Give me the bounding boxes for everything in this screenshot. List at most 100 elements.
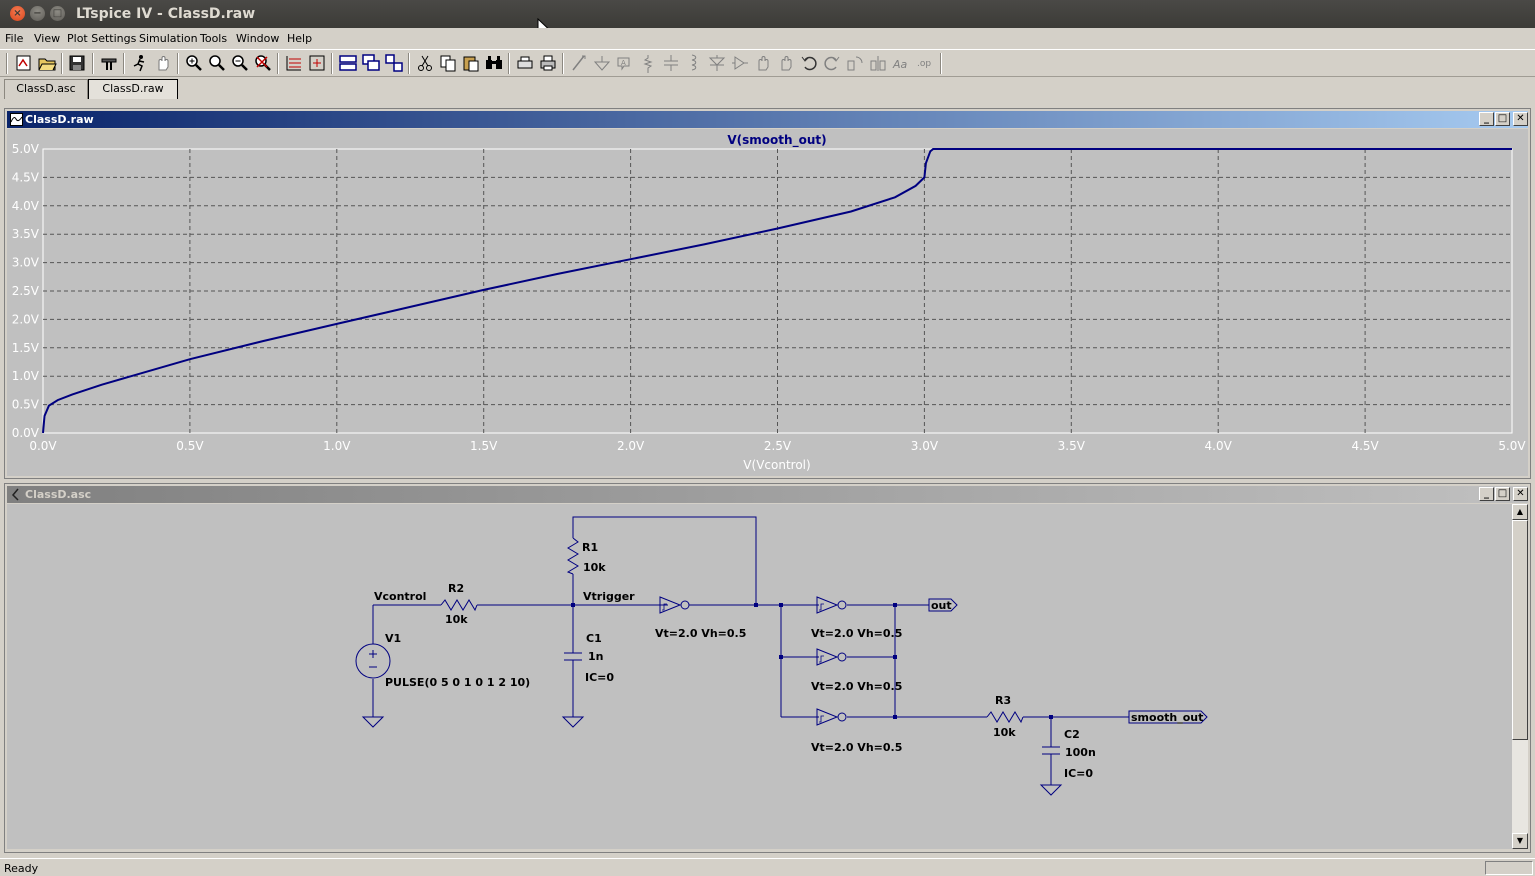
schmitt-inverter-u1[interactable] — [659, 596, 690, 614]
wire-icon[interactable] — [569, 53, 589, 73]
rotate-icon[interactable] — [845, 53, 865, 73]
capacitor-c2[interactable] — [1042, 746, 1060, 755]
schematic-close-button[interactable]: ✕ — [1513, 487, 1528, 501]
label-net-icon[interactable]: A — [615, 53, 635, 73]
resistor-r2[interactable] — [440, 599, 478, 612]
find-icon[interactable] — [484, 53, 504, 73]
tile-vertical-icon[interactable] — [384, 53, 404, 73]
waveform-close-button[interactable]: ✕ — [1513, 112, 1528, 126]
autorange-icon[interactable] — [284, 53, 304, 73]
tile-horizontal-icon[interactable] — [338, 53, 358, 73]
copy-icon[interactable] — [438, 53, 458, 73]
component-icon[interactable] — [730, 53, 750, 73]
scroll-thumb[interactable] — [1512, 520, 1528, 740]
net-label-smooth-out[interactable]: smooth_out — [1131, 711, 1203, 724]
waveform-plot-area[interactable]: 0.0V 0.5V 1.0V 1.5V 2.0V 2.5V 3.0V 3.5V 4.0V 4.5V… — [7, 129, 1528, 476]
undo-icon[interactable] — [799, 53, 819, 73]
resistor-icon[interactable] — [638, 53, 658, 73]
drag-icon[interactable] — [776, 53, 796, 73]
c1-ic[interactable]: IC=0 — [585, 671, 614, 684]
ground-icon[interactable] — [592, 53, 612, 73]
new-schematic-icon[interactable] — [14, 53, 34, 73]
menu-window[interactable]: Window — [236, 32, 279, 45]
window-maximize-button[interactable]: □ — [50, 6, 65, 21]
r3-name[interactable]: R3 — [995, 694, 1011, 707]
print-setup-icon[interactable] — [515, 53, 535, 73]
waveform-chart[interactable]: 0.0V 0.5V 1.0V 1.5V 2.0V 2.5V 3.0V 3.5V 4.0V 4.5V… — [7, 129, 1528, 476]
control-panel-icon[interactable] — [99, 53, 119, 73]
ground-symbol[interactable] — [1039, 784, 1063, 796]
text-icon[interactable]: Aa — [891, 53, 911, 73]
print-icon[interactable] — [538, 53, 558, 73]
window-close-button[interactable]: × — [10, 6, 25, 21]
zoom-extents-icon[interactable] — [307, 53, 327, 73]
menu-plot-settings[interactable]: Plot Settings — [67, 32, 136, 45]
u1-params[interactable]: Vt=2.0 Vh=0.5 — [655, 627, 746, 640]
menu-simulation[interactable]: Simulation — [139, 32, 198, 45]
diode-icon[interactable] — [707, 53, 727, 73]
zoom-out-icon[interactable] — [230, 53, 250, 73]
ground-symbol[interactable] — [561, 716, 585, 728]
schematic-window-titlebar[interactable]: ClassD.asc _ □ ✕ — [7, 486, 1528, 503]
run-icon[interactable] — [130, 53, 150, 73]
move-icon[interactable] — [753, 53, 773, 73]
menu-view[interactable]: View — [34, 32, 60, 45]
inductor-icon[interactable] — [684, 53, 704, 73]
menu-tools[interactable]: Tools — [200, 32, 227, 45]
trace-label-smooth-out[interactable]: V(smooth_out) — [727, 133, 826, 148]
c1-value[interactable]: 1n — [588, 650, 604, 663]
schmitt-inverter-u3[interactable] — [816, 648, 847, 666]
paste-icon[interactable] — [461, 53, 481, 73]
r2-value[interactable]: 10k — [445, 613, 468, 626]
schematic-maximize-button[interactable]: □ — [1495, 487, 1510, 501]
scroll-up-arrow-icon[interactable]: ▲ — [1512, 504, 1528, 520]
scroll-down-arrow-icon[interactable]: ▼ — [1512, 833, 1528, 849]
x-axis-label[interactable]: V(Vcontrol) — [743, 458, 810, 472]
waveform-window-titlebar[interactable]: ClassD.raw _ □ ✕ — [7, 111, 1528, 128]
open-icon[interactable] — [37, 53, 57, 73]
spice-directive-icon[interactable]: .op — [914, 53, 934, 73]
cascade-icon[interactable] — [361, 53, 381, 73]
zoom-pan-icon[interactable] — [207, 53, 227, 73]
capacitor-icon[interactable] — [661, 53, 681, 73]
net-label-out[interactable]: out — [931, 599, 952, 612]
schmitt-inverter-u4[interactable] — [816, 708, 847, 726]
tab-classd-raw[interactable]: ClassD.raw — [88, 79, 178, 99]
tab-classd-asc[interactable]: ClassD.asc — [4, 79, 88, 99]
net-label-vcontrol[interactable]: Vcontrol — [374, 590, 426, 603]
mirror-icon[interactable] — [868, 53, 888, 73]
u3-params[interactable]: Vt=2.0 Vh=0.5 — [811, 680, 902, 693]
c2-ic[interactable]: IC=0 — [1064, 767, 1093, 780]
save-icon[interactable] — [67, 53, 87, 73]
r1-value[interactable]: 10k — [583, 561, 606, 574]
schematic-drawing[interactable]: Vcontrol Vtrigger out smooth_out R2 10k … — [7, 504, 1512, 849]
halt-icon[interactable] — [153, 53, 173, 73]
r1-name[interactable]: R1 — [582, 541, 598, 554]
zoom-cancel-icon[interactable] — [253, 53, 273, 73]
c2-value[interactable]: 100n — [1065, 746, 1096, 759]
r2-name[interactable]: R2 — [448, 582, 464, 595]
zoom-in-icon[interactable] — [184, 53, 204, 73]
menu-file[interactable]: File — [5, 32, 23, 45]
c1-name[interactable]: C1 — [586, 632, 602, 645]
schmitt-inverter-u2[interactable] — [816, 596, 847, 614]
schematic-minimize-button[interactable]: _ — [1479, 487, 1494, 501]
capacitor-c1[interactable] — [564, 652, 582, 661]
window-minimize-button[interactable]: − — [30, 6, 45, 21]
net-label-vtrigger[interactable]: Vtrigger — [583, 590, 635, 603]
redo-icon[interactable] — [822, 53, 842, 73]
v1-name[interactable]: V1 — [385, 632, 401, 645]
u4-params[interactable]: Vt=2.0 Vh=0.5 — [811, 741, 902, 754]
waveform-maximize-button[interactable]: □ — [1495, 112, 1510, 126]
menu-help[interactable]: Help — [287, 32, 312, 45]
r3-value[interactable]: 10k — [993, 726, 1016, 739]
v1-value[interactable]: PULSE(0 5 0 1 0 1 2 10) — [385, 676, 530, 689]
schematic-canvas[interactable]: Vcontrol Vtrigger out smooth_out R2 10k … — [7, 504, 1512, 849]
waveform-minimize-button[interactable]: _ — [1479, 112, 1494, 126]
cut-icon[interactable] — [415, 53, 435, 73]
u2-params[interactable]: Vt=2.0 Vh=0.5 — [811, 627, 902, 640]
resistor-r1[interactable] — [566, 537, 579, 575]
schematic-vertical-scrollbar[interactable]: ▲ ▼ — [1512, 504, 1528, 849]
c2-name[interactable]: C2 — [1064, 728, 1080, 741]
resistor-r3[interactable] — [986, 711, 1024, 724]
